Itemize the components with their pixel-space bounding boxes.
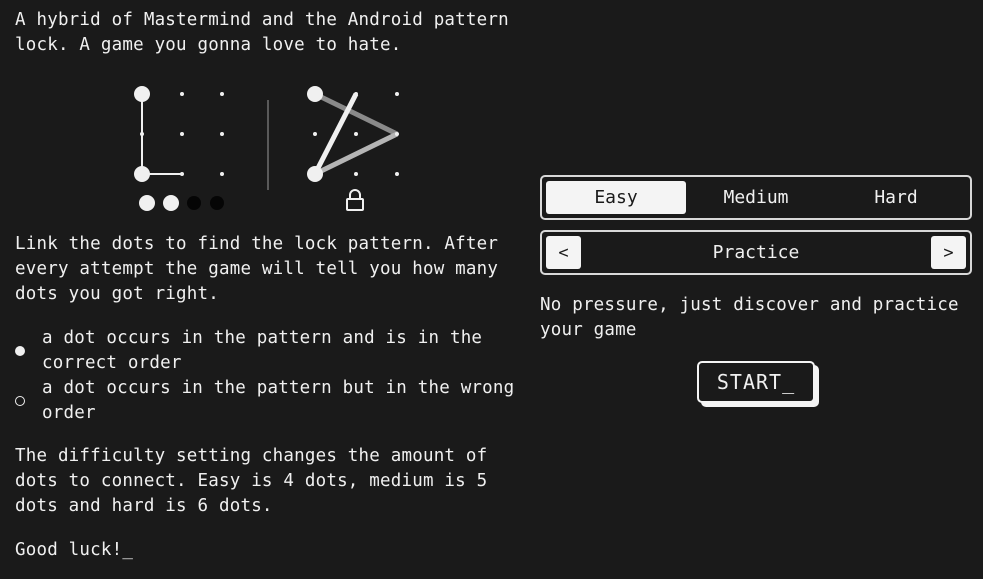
feedback-wrong-order-peg (210, 196, 224, 210)
rules-text: Link the dots to find the lock pattern. … (15, 234, 499, 304)
game-intro-screen: A hybrid of Mastermind and the Android p… (0, 0, 983, 579)
pattern-dot (220, 132, 224, 136)
difficulty-info-text: The difficulty setting changes the amoun… (15, 446, 488, 516)
legend-item-wrong-order: a dot occurs in the pattern but in the w… (12, 376, 522, 426)
difficulty-easy-button[interactable]: Easy (546, 181, 686, 214)
sign-off-text: Good luck!_ (15, 540, 134, 560)
pattern-dot (180, 132, 184, 136)
start-button-wrapper: START_ (697, 361, 819, 407)
pattern-dot (220, 172, 224, 176)
legend-text: a dot occurs in the pattern but in the w… (42, 378, 515, 423)
pattern-illustration (134, 86, 399, 211)
mode-prev-button[interactable]: < (546, 236, 581, 269)
pattern-dot (313, 132, 317, 136)
pattern-dot (395, 132, 399, 136)
mode-label: Practice (712, 242, 800, 263)
feedback-correct-peg (163, 195, 179, 211)
settings-panel: Easy Medium Hard < Practice > No pressur… (540, 175, 972, 407)
pattern-dot (354, 172, 358, 176)
pattern-dot (180, 92, 184, 96)
pattern-dot (140, 132, 144, 136)
difficulty-medium-button[interactable]: Medium (686, 181, 826, 214)
mode-selector: < Practice > (540, 230, 972, 275)
feedback-wrong-order-peg (187, 196, 201, 210)
mode-description: No pressure, just discover and practice … (540, 295, 959, 340)
pattern-dot (395, 92, 399, 96)
lock-icon (346, 189, 364, 211)
pattern-dot (220, 92, 224, 96)
left-pattern (134, 86, 224, 211)
legend-item-correct: a dot occurs in the pattern and is in th… (12, 326, 522, 376)
instructions-panel: A hybrid of Mastermind and the Android p… (15, 8, 525, 58)
difficulty-selector: Easy Medium Hard (540, 175, 972, 220)
pattern-dot (307, 86, 323, 102)
empty-dot-icon (15, 396, 25, 406)
mode-next-button[interactable]: > (930, 236, 966, 269)
pattern-dot (395, 172, 399, 176)
pattern-dot (134, 166, 150, 182)
pattern-dot (134, 86, 150, 102)
legend-text: a dot occurs in the pattern and is in th… (42, 328, 483, 373)
pattern-dot (354, 92, 358, 96)
feedback-correct-peg (139, 195, 155, 211)
intro-text: A hybrid of Mastermind and the Android p… (15, 10, 509, 55)
right-pattern (307, 86, 399, 211)
start-button[interactable]: START_ (697, 361, 815, 403)
filled-dot-icon (15, 346, 25, 356)
feedback-legend: a dot occurs in the pattern and is in th… (12, 326, 522, 426)
pattern-dot (354, 132, 358, 136)
pattern-dot (307, 166, 323, 182)
difficulty-hard-button[interactable]: Hard (826, 181, 966, 214)
pattern-dot (180, 172, 184, 176)
